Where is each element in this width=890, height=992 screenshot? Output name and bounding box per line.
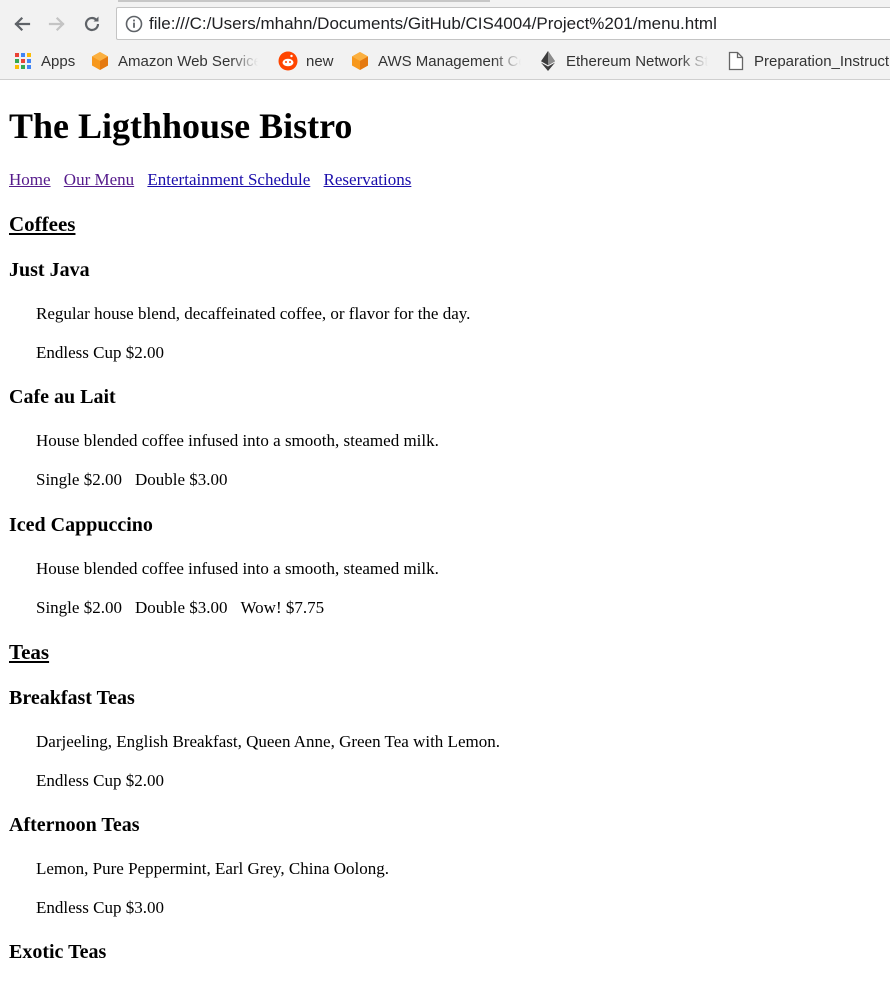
bookmark-aws-management-console[interactable]: AWS Management Co [350,47,521,75]
bookmark-preparation-instructions[interactable]: Preparation_Instruct [726,47,890,75]
bookmark-label: Amazon Web Service [118,52,258,70]
bookmark-new[interactable]: new [278,47,334,75]
price-option: Single $2.00 [36,470,122,489]
bookmark-label: new [306,52,334,70]
reddit-icon [278,51,298,71]
arrow-right-icon [48,16,65,32]
menu-item-prices: Single $2.00 Double $3.00 [36,469,228,491]
menu-item-prices: Endless Cup $2.00 [36,342,164,364]
price-option: Single $2.00 [36,598,122,617]
price-option: Endless Cup $2.00 [36,771,164,790]
menu-item-prices: Endless Cup $3.00 [36,897,164,919]
aws-cube-icon [350,51,370,71]
menu-item-prices: Single $2.00 Double $3.00 Wow! $7.75 [36,597,324,619]
menu-item-name: Iced Cappuccino [9,514,153,536]
price-option: Endless Cup $2.00 [36,343,164,362]
menu-item-name: Exotic Teas [9,941,107,963]
back-button[interactable] [10,12,34,36]
menu-item-name: Afternoon Teas [9,814,140,836]
forward-button[interactable] [45,12,69,36]
arrow-left-icon [14,16,31,32]
menu-item-prices: Endless Cup $2.00 [36,770,164,792]
bookmark-amazon-web-services[interactable]: Amazon Web Service [90,47,258,75]
menu-item-description: House blended coffee infused into a smoo… [36,559,439,578]
section-heading-teas: Teas [9,640,50,664]
bookmark-ethereum-network-status[interactable]: Ethereum Network St [538,47,708,75]
address-bar[interactable]: file:///C:/Users/mhahn/Documents/GitHub/… [116,7,890,40]
bookmark-apps[interactable]: Apps [13,47,75,75]
price-option: Endless Cup $3.00 [36,898,164,917]
bookmark-label: Ethereum Network St [566,52,708,70]
url-text: file:///C:/Users/mhahn/Documents/GitHub/… [149,14,717,33]
aws-cube-icon [90,51,110,71]
nav-link-home[interactable]: Home [9,170,51,189]
document-icon [726,51,746,71]
menu-item-description: Lemon, Pure Peppermint, Earl Grey, China… [36,859,389,878]
info-icon[interactable] [125,15,143,33]
menu-item-name: Just Java [9,259,90,281]
reload-button[interactable] [80,12,104,36]
browser-chrome: file:///C:/Users/mhahn/Documents/GitHub/… [0,0,890,80]
ethereum-icon [538,51,558,71]
section-heading-coffees: Coffees [9,212,76,236]
page-content: The Ligthhouse Bistro Home Our Menu Ente… [0,80,890,992]
menu-item-name: Breakfast Teas [9,687,135,709]
menu-item-name: Cafe au Lait [9,386,116,408]
menu-item-description: Regular house blend, decaffeinated coffe… [36,304,471,323]
nav-link-entertainment-schedule[interactable]: Entertainment Schedule [147,170,310,189]
apps-grid-icon [13,51,33,71]
site-nav: Home Our Menu Entertainment Schedule Res… [9,168,420,192]
bookmark-label: Apps [41,52,76,70]
tab-strip-edge [118,0,490,2]
page-title: The Ligthhouse Bistro [9,106,353,146]
reload-icon [84,16,100,32]
bookmark-label: Preparation_Instruct [754,52,890,70]
price-option: Double $3.00 [134,598,228,617]
menu-item-description: House blended coffee infused into a smoo… [36,431,439,450]
bookmark-label: AWS Management Co [378,52,521,70]
nav-link-our-menu[interactable]: Our Menu [64,170,134,189]
bookmarks-bar: Apps Amazon Web Service new AWS Manageme… [0,47,890,75]
nav-link-reservations[interactable]: Reservations [324,170,412,189]
price-option: Double $3.00 [134,470,228,489]
price-option: Wow! $7.75 [240,598,325,617]
menu-item-description: Darjeeling, English Breakfast, Queen Ann… [36,732,500,751]
